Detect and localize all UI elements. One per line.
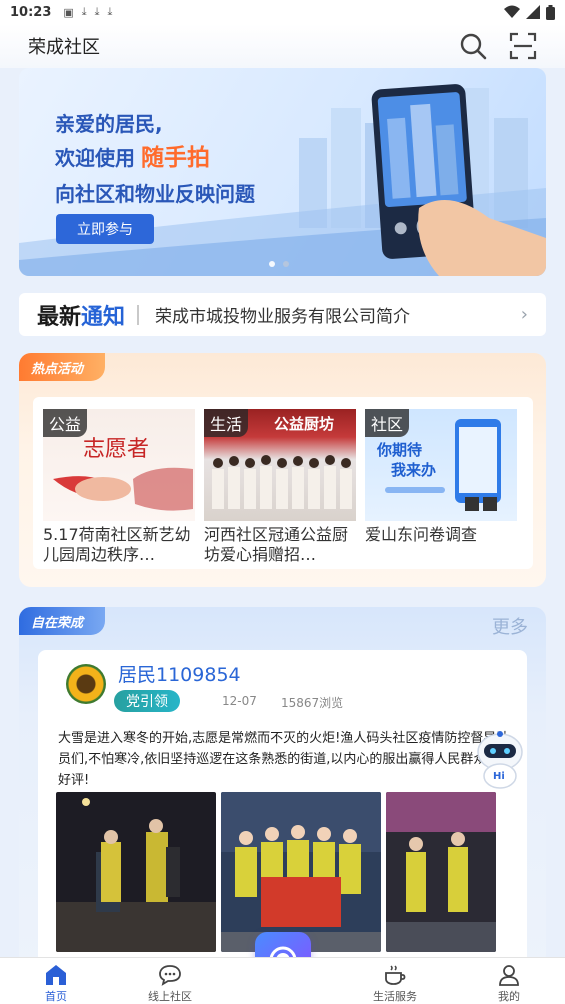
activity-title: 爱山东问卷调查 xyxy=(365,525,478,544)
activity-title: 5.17荷南社区新艺幼儿园周边秩序… xyxy=(43,525,191,564)
signal-icon xyxy=(526,5,540,19)
status-bar: 10:23 ▣ ⤓ ⤓ ⤓ xyxy=(0,0,565,24)
activity-image: 你期待 我来办 社区 xyxy=(365,409,517,521)
app-bar: 荣成社区 xyxy=(0,24,565,68)
carousel-dots xyxy=(269,261,289,267)
banner-line2: 欢迎使用 随手拍 xyxy=(55,138,210,172)
banner-line3: 向社区和物业反映问题 xyxy=(55,182,255,206)
tab-home[interactable]: 首页 xyxy=(16,962,96,1004)
post-photo[interactable] xyxy=(221,792,381,952)
notice-tag-blue: 通知 xyxy=(81,304,126,330)
tab-label: 我的 xyxy=(498,990,520,1003)
notice-tag: 最新通知 xyxy=(37,299,125,331)
activity-card[interactable]: 你期待 我来办 社区 爱山东问卷调查 xyxy=(365,409,517,565)
latest-notice-bar[interactable]: 最新通知 荣成市城投物业服务有限公司简介 › xyxy=(19,293,546,336)
robot-assistant[interactable]: Hi xyxy=(474,730,526,790)
activity-image: 公益厨坊 生活 xyxy=(204,409,356,521)
banner-line2-prefix: 欢迎使用 xyxy=(55,146,135,170)
activity-image-text: 我来办 xyxy=(391,461,437,479)
tab-label: 首页 xyxy=(45,990,67,1003)
status-time: 10:23 xyxy=(10,4,52,20)
scan-icon[interactable] xyxy=(509,32,537,60)
search-icon[interactable] xyxy=(459,32,487,60)
activity-card[interactable]: 志愿者 公益 5.17荷南社区新艺幼儿园周边秩序… xyxy=(43,409,195,565)
post-username[interactable]: 居民1109854 xyxy=(118,660,241,687)
activity-title: 河西社区冠通公益厨坊爱心捐赠招… xyxy=(204,525,349,564)
post-views: 15867浏览 xyxy=(281,696,344,710)
home-icon xyxy=(46,965,66,985)
activity-badge: 公益 xyxy=(43,409,88,437)
carousel-dot-active xyxy=(269,261,275,267)
tab-label: 线上社区 xyxy=(148,990,192,1003)
robot-label: Hi xyxy=(493,771,505,782)
notice-tag-black: 最新 xyxy=(37,304,82,330)
download-icon: ⤓ xyxy=(94,5,100,18)
banner-line1: 亲爱的居民, xyxy=(55,112,163,136)
chat-icon xyxy=(159,965,181,986)
activity-image-text: 你期待 xyxy=(377,441,423,459)
post-photo[interactable] xyxy=(386,792,496,952)
activity-badge: 生活 xyxy=(204,409,249,437)
hot-activities-label: 热点活动 xyxy=(19,353,106,381)
wifi-icon xyxy=(504,5,520,18)
activity-image-text: 志愿者 xyxy=(83,437,150,462)
carousel-dot xyxy=(283,261,289,267)
post-date: 12-07 xyxy=(222,694,257,708)
notice-text[interactable]: 荣成市城投物业服务有限公司简介 xyxy=(155,302,410,327)
zizai-rongcheng-label: 自在荣成 xyxy=(19,607,106,635)
more-link[interactable]: 更多 xyxy=(492,613,528,639)
person-icon xyxy=(499,965,519,986)
activity-image-text: 公益厨坊 xyxy=(274,415,335,433)
tab-mine[interactable]: 我的 xyxy=(469,962,549,1004)
city-illustration xyxy=(19,84,546,276)
activity-card[interactable]: 公益厨坊 生活 河西社区冠通公益厨坊爱心捐赠招… xyxy=(204,409,356,565)
activity-badge: 社区 xyxy=(365,409,410,437)
hot-activities-section: 热点活动 志愿者 公益 5.17荷南社区新艺幼儿园周边秩序… 公益厨坊 生活 河… xyxy=(19,353,546,587)
join-now-button[interactable]: 立即参与 xyxy=(56,214,154,244)
download-icon: ⤓ xyxy=(81,5,87,18)
download-icon: ⤓ xyxy=(107,5,113,18)
activity-image: 志愿者 公益 xyxy=(43,409,195,521)
tab-label: 生活服务 xyxy=(373,990,417,1003)
bottom-tab-bar: 首页 线上社区 生活服务 我的 xyxy=(0,957,565,1004)
banner-highlight: 随手拍 xyxy=(141,145,210,171)
post-photo[interactable] xyxy=(56,792,216,952)
hot-activities-list: 志愿者 公益 5.17荷南社区新艺幼儿园周边秩序… 公益厨坊 生活 河西社区冠通… xyxy=(33,397,533,569)
page-title: 荣成社区 xyxy=(28,37,100,58)
post-tag: 党引领 xyxy=(114,690,180,712)
battery-icon xyxy=(546,4,555,20)
image-icon: ▣ xyxy=(63,5,74,19)
zizai-rongcheng-section: 自在荣成 更多 居民1109854 党引领 12-07 15867浏览 大雪是进… xyxy=(19,607,546,970)
chevron-right-icon[interactable]: › xyxy=(521,304,528,325)
divider xyxy=(137,304,140,325)
promo-banner[interactable]: 亲爱的居民, 欢迎使用 随手拍 向社区和物业反映问题 立即参与 xyxy=(19,68,546,276)
post-card[interactable]: 居民1109854 党引领 12-07 15867浏览 大雪是进入寒冬的开始,志… xyxy=(38,650,527,970)
coffee-icon xyxy=(385,965,406,985)
avatar[interactable] xyxy=(66,664,106,704)
tab-online-community[interactable]: 线上社区 xyxy=(130,962,210,1004)
post-body: 大雪是进入寒冬的开始,志愿是常燃而不灭的火炬!渔人码头社区疫情防控督导队员们,不… xyxy=(58,731,510,788)
tab-life-services[interactable]: 生活服务 xyxy=(355,962,435,1004)
